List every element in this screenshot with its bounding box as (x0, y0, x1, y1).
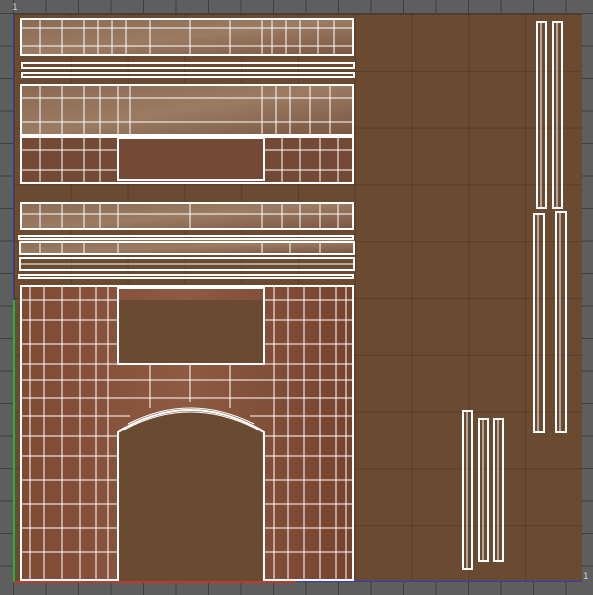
uv-shell-top-beam (20, 18, 354, 56)
uv-arch-opening (118, 410, 262, 581)
u-max-label: 1 (583, 572, 589, 582)
v-axis-line (13, 300, 15, 582)
uv-wireframe (18, 18, 567, 581)
uv-shell-header (20, 84, 354, 136)
v-max-label: 1 (12, 3, 18, 13)
uv-bounds-bottom-edge (296, 581, 582, 582)
uv-shell-lintel (20, 202, 354, 230)
u-axis-line (14, 581, 296, 583)
uv-editor-viewport[interactable]: 1 1 (0, 0, 593, 595)
uv-shell-window-frame (20, 136, 354, 184)
uv-window-opening (118, 300, 264, 364)
uv-bounds-left-edge (13, 14, 14, 300)
